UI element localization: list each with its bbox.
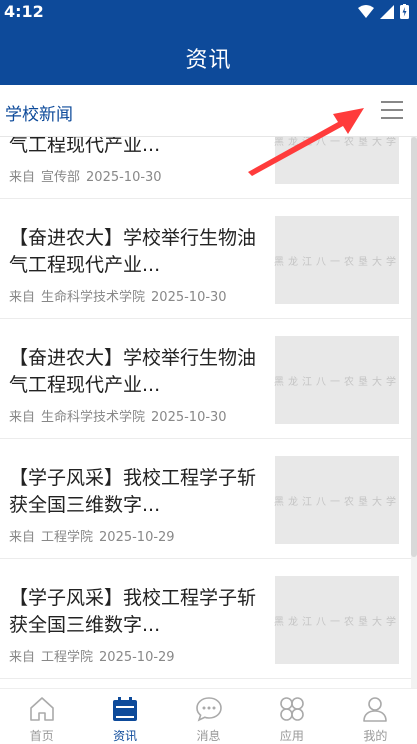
thumbnail-watermark: 黑龙江八一农垦大学 <box>274 616 400 628</box>
thumbnail-watermark: 黑龙江八一农垦大学 <box>274 496 400 508</box>
thumbnail-watermark: 黑龙江八一农垦大学 <box>274 137 400 148</box>
news-meta: 来自 工程学院 2025-10-29 <box>9 526 181 545</box>
nav-label: 资讯 <box>113 729 138 743</box>
news-source-prefix: 来自 <box>9 170 36 185</box>
news-title: 【奋进农大】学校举行生物油气工程现代产业... <box>9 347 257 396</box>
status-icons <box>358 4 409 19</box>
menu-button[interactable] <box>381 101 403 121</box>
app-bar: 资讯 <box>0 24 417 85</box>
news-thumbnail: 黑龙江八一农垦大学 <box>274 456 400 544</box>
news-title: 【学子风采】我校工程学子斩获全国三维数字... <box>9 587 257 636</box>
news-source-prefix: 来自 <box>9 290 36 305</box>
nav-item-messages[interactable]: 消息 <box>167 689 250 744</box>
news-list[interactable]: 【奋进农大】学校举行生物油气工程现代产业... 来自宣传部2025-10-30 … <box>0 137 417 688</box>
thumbnail-watermark: 黑龙江八一农垦大学 <box>274 256 400 268</box>
home-icon <box>29 697 54 721</box>
news-source: 宣传部 <box>41 170 81 185</box>
bottom-nav: 首页 资讯 消息 应用 我的 <box>0 688 417 744</box>
news-item[interactable]: 【学子风采】我校工程学子斩获全国三维数字... 来自 工程学院 2025-10-29… <box>0 559 411 679</box>
section-title: 学校新闻 <box>5 105 73 125</box>
thumbnail-watermark: 黑龙江八一农垦大学 <box>274 376 400 388</box>
news-date: 2025-10-29 <box>99 530 175 545</box>
news-title: 【奋进农大】学校举行生物油气工程现代产业... <box>9 227 257 276</box>
news-source: 生命科学技术学院 <box>41 410 146 425</box>
news-source-prefix: 来自 <box>9 530 36 545</box>
nav-item-profile[interactable]: 我的 <box>334 689 417 744</box>
news-source-prefix: 来自 <box>9 410 36 425</box>
news-meta: 来自 生命科学技术学院 2025-10-30 <box>9 406 233 425</box>
calendar-icon <box>113 697 138 721</box>
news-thumbnail: 黑龙江八一农垦大学 <box>274 336 400 424</box>
menu-line <box>381 117 403 119</box>
nav-label: 我的 <box>363 729 388 743</box>
news-thumbnail: 黑龙江八一农垦大学 <box>274 137 400 184</box>
scrollbar[interactable] <box>411 137 417 688</box>
nav-item-home[interactable]: 首页 <box>0 689 83 744</box>
news-title: 【奋进农大】学校举行生物油气工程现代产业... <box>9 137 161 156</box>
nav-label: 首页 <box>29 729 54 743</box>
profile-icon <box>363 697 388 722</box>
news-thumbnail: 黑龙江八一农垦大学 <box>274 576 400 664</box>
chat-icon <box>195 697 222 722</box>
news-item[interactable]: 【奋进农大】学校举行生物油气工程现代产业... 来自 生命科学技术学院 2025-1… <box>0 199 411 319</box>
news-item[interactable]: 【奋进农大】学校举行生物油气工程现代产业... 来自宣传部2025-10-30 … <box>0 137 411 199</box>
apps-icon <box>280 697 304 721</box>
nav-item-apps[interactable]: 应用 <box>250 689 333 744</box>
status-time: 4:12 <box>4 2 44 21</box>
menu-line <box>381 109 403 111</box>
news-meta: 来自 宣传部 2025-10-30 <box>9 166 168 185</box>
news-source: 工程学院 <box>41 530 94 545</box>
news-date: 2025-10-30 <box>151 410 227 425</box>
battery-icon <box>400 4 409 19</box>
news-date: 2025-10-30 <box>86 170 162 185</box>
status-bar: 4:12 <box>0 0 417 24</box>
news-source: 工程学院 <box>41 650 94 665</box>
menu-line <box>381 101 403 103</box>
news-meta: 来自 生命科学技术学院 2025-10-30 <box>9 286 233 305</box>
signal-icon <box>380 4 394 19</box>
news-item[interactable]: 【奋进农大】学校举行生物油气工程现代产业... 来自 生命科学技术学院 2025-1… <box>0 319 411 439</box>
page-title: 资讯 <box>185 48 232 73</box>
section-bar: 学校新闻 <box>0 85 417 137</box>
nav-label: 应用 <box>279 729 304 743</box>
news-source: 生命科学技术学院 <box>41 290 146 305</box>
news-item[interactable]: 【学子风采】我校工程学子斩获全国三维数字... 来自 工程学院 2025-10-29… <box>0 439 411 559</box>
nav-item-news[interactable]: 资讯 <box>83 689 166 744</box>
news-title: 【学子风采】我校工程学子斩获全国三维数字... <box>9 467 257 516</box>
news-date: 2025-10-29 <box>99 650 175 665</box>
news-date: 2025-10-30 <box>151 290 227 305</box>
wifi-icon <box>358 4 374 18</box>
news-source-prefix: 来自 <box>9 650 36 665</box>
news-thumbnail: 黑龙江八一农垦大学 <box>274 216 400 304</box>
news-meta: 来自 工程学院 2025-10-29 <box>9 646 181 665</box>
scrollbar-thumb[interactable] <box>411 137 417 557</box>
nav-label: 消息 <box>196 729 221 743</box>
